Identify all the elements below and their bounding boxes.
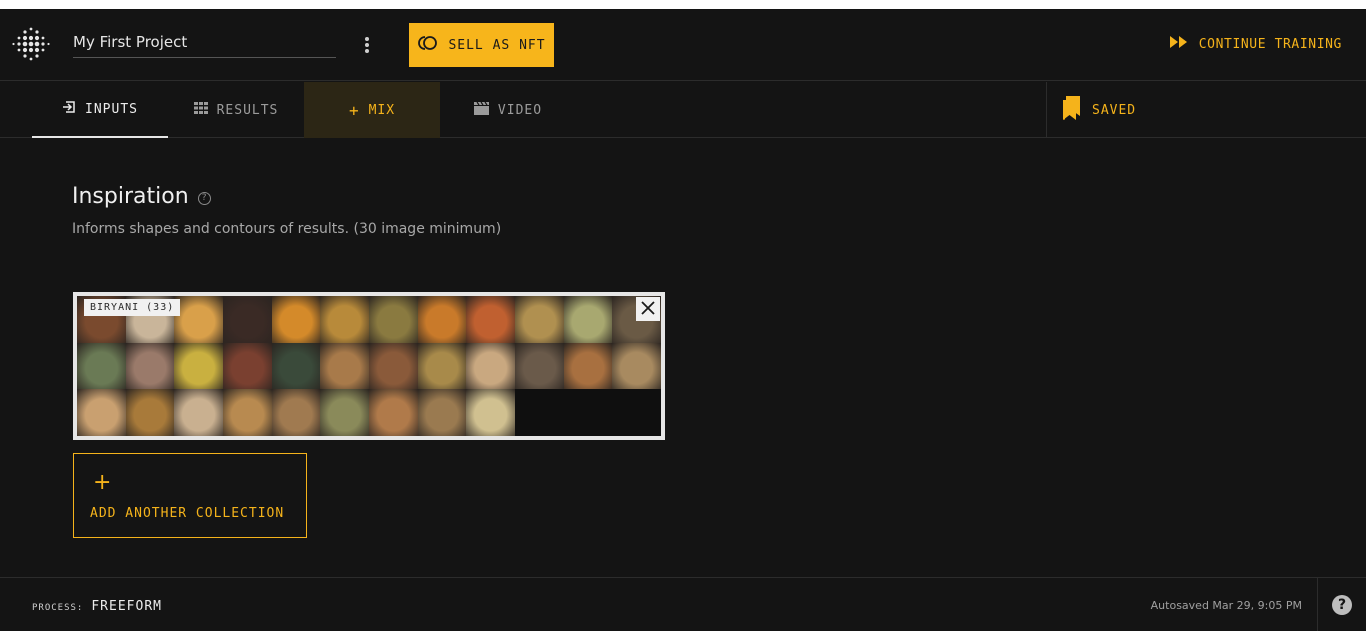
clapperboard-icon (473, 101, 489, 119)
collection-thumbnail (223, 296, 272, 343)
continue-training-button[interactable]: CONTINUE TRAINING (1169, 35, 1342, 53)
help-button[interactable]: ? (1317, 578, 1366, 631)
collection-thumbnail (271, 389, 321, 436)
footer-bar: PROCESS: FREEFORM Autosaved Mar 29, 9:05… (0, 577, 1366, 631)
collection-thumbnail (320, 389, 369, 436)
question-mark-icon: ? (1332, 595, 1352, 615)
collection-thumbnail (77, 342, 126, 390)
tab-inputs-label: INPUTS (85, 101, 138, 117)
collection-thumbnail (369, 296, 418, 343)
add-another-collection-button[interactable]: + ADD ANOTHER COLLECTION (73, 453, 307, 538)
plus-icon: + (348, 100, 360, 120)
saved-button[interactable]: SAVED (1046, 82, 1366, 138)
sell-as-nft-label: SELL AS NFT (448, 37, 546, 53)
collection-thumbnail (612, 342, 661, 390)
more-options-icon[interactable] (359, 34, 375, 56)
add-collection-label: ADD ANOTHER COLLECTION (90, 506, 285, 521)
tab-mix[interactable]: + MIX (304, 82, 440, 138)
collection-thumbnail (271, 342, 321, 390)
tab-video-label: VIDEO (497, 102, 543, 118)
collection-thumbnail (417, 342, 467, 390)
collection-thumbnail (271, 296, 321, 343)
collection-thumbnail (174, 296, 223, 343)
inputs-icon (62, 100, 76, 118)
collection-thumbnail (320, 296, 369, 343)
collection-thumbnail (563, 342, 613, 390)
collection-thumbnail (125, 342, 175, 390)
collection-thumbnail (515, 342, 564, 390)
collection-thumbnail (174, 389, 223, 436)
tab-inputs[interactable]: INPUTS (32, 82, 168, 138)
collection-thumbnail (466, 389, 515, 436)
tab-results-label: RESULTS (216, 102, 279, 118)
collection-thumbnail (369, 342, 418, 390)
process-value[interactable]: FREEFORM (91, 599, 162, 614)
collection-thumbnail (563, 296, 613, 343)
tab-mix-label: MIX (368, 102, 396, 118)
close-icon (641, 300, 655, 319)
collection-thumbnail (466, 296, 515, 343)
fast-forward-icon (1169, 35, 1189, 53)
collection-thumbnail (417, 296, 467, 343)
remove-collection-button[interactable] (636, 297, 660, 321)
collection-thumbnail (515, 296, 564, 343)
collection-thumbnail (369, 389, 418, 436)
top-strip (0, 0, 1366, 9)
continue-training-label: CONTINUE TRAINING (1198, 36, 1342, 52)
plus-icon: + (93, 470, 112, 495)
collection-thumbnail (466, 342, 515, 390)
process-indicator: PROCESS: FREEFORM (32, 599, 162, 614)
collection-thumbnail-grid (77, 296, 661, 436)
project-name-field[interactable]: My First Project (73, 33, 336, 58)
collection-thumbnail (77, 389, 126, 436)
autosave-status: Autosaved Mar 29, 9:05 PM (1150, 599, 1302, 612)
collection-thumbnail (223, 389, 272, 436)
collection-thumbnail (417, 389, 467, 436)
section-description: Informs shapes and contours of results. … (72, 221, 502, 237)
section-title: Inspiration (72, 184, 189, 209)
grid-icon (193, 102, 208, 118)
collection-thumbnail (223, 342, 272, 390)
app-header: My First Project SELL AS NFT CONTINUE TR… (0, 9, 1366, 81)
help-icon[interactable]: ? (197, 191, 211, 205)
nft-icon (417, 35, 439, 55)
sell-as-nft-button[interactable]: SELL AS NFT (409, 23, 554, 67)
app-logo-icon[interactable] (12, 25, 50, 63)
tab-results[interactable]: RESULTS (168, 82, 304, 138)
bookmarks-icon (1062, 96, 1082, 124)
collection-label: BIRYANI (33) (84, 299, 181, 316)
inspiration-header: Inspiration ? (72, 184, 211, 209)
saved-label: SAVED (1092, 102, 1137, 118)
process-key: PROCESS: (32, 603, 84, 613)
collection-thumbnail (174, 342, 223, 390)
collection-thumbnail (125, 389, 175, 436)
collection-thumbnail (320, 342, 369, 390)
tab-video[interactable]: VIDEO (440, 82, 576, 138)
